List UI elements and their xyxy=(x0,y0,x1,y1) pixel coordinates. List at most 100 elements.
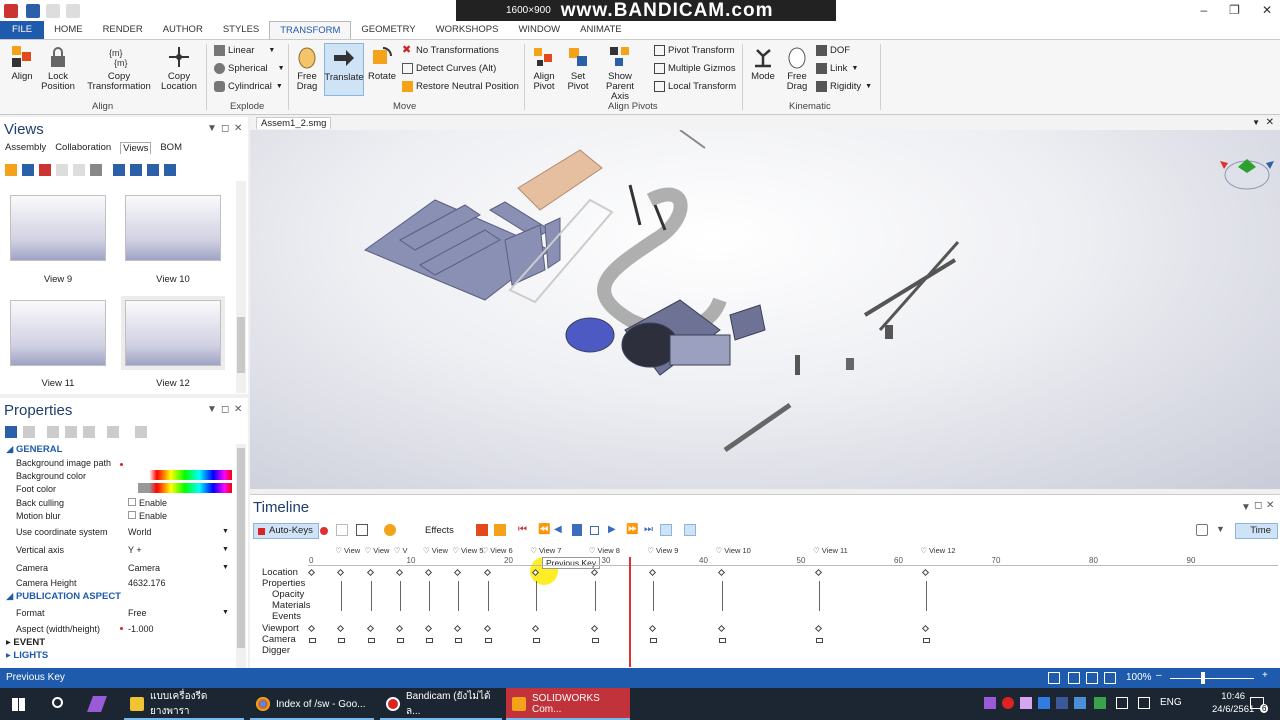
time-ruler[interactable]: 0 10 20 30 40 50 60 70 80 90 xyxy=(308,556,1278,566)
fit-timeline-icon[interactable] xyxy=(1196,524,1208,536)
view-marker[interactable]: ♡ View 5 xyxy=(452,546,483,555)
view-marker[interactable]: ♡ View 9 xyxy=(647,546,678,555)
track-label[interactable]: Properties xyxy=(262,578,305,589)
property-keyframe-bar[interactable] xyxy=(458,581,460,611)
maximize-icon[interactable]: ❐ xyxy=(1229,3,1240,17)
property-row[interactable]: Motion blur Enable xyxy=(0,509,236,522)
camera-keyframe[interactable] xyxy=(396,638,404,643)
property-keyframe-bar[interactable] xyxy=(429,581,430,611)
tab-styles[interactable]: STYLES xyxy=(213,21,269,39)
tab-window[interactable]: WINDOW xyxy=(508,21,570,39)
properties-scrollbar[interactable] xyxy=(236,444,246,668)
location-keyframe[interactable] xyxy=(649,568,657,577)
3d-viewport[interactable] xyxy=(250,130,1280,489)
camera-keyframe[interactable] xyxy=(484,638,492,643)
taskbar-item-bandicam[interactable]: Bandicam (ยังไม่ได้ล... xyxy=(380,688,502,720)
section-publication-aspect[interactable]: ◢ PUBLICATION ASPECT xyxy=(6,591,121,602)
viewport-keyframe[interactable] xyxy=(649,624,657,633)
select-mode-icon[interactable] xyxy=(1068,672,1080,684)
view-thumbnail[interactable] xyxy=(121,296,225,370)
scrollbar-thumb[interactable] xyxy=(237,448,245,648)
move-view-up-icon[interactable] xyxy=(113,164,125,176)
viewport-keyframe[interactable] xyxy=(532,624,540,633)
location-keyframe[interactable] xyxy=(814,568,823,577)
previous-key-icon[interactable]: ⏪ xyxy=(538,524,550,536)
tab-geometry[interactable]: GEOMETRY xyxy=(351,21,425,39)
tray-mail-icon[interactable] xyxy=(1038,697,1050,709)
pin-icon[interactable]: ◻ xyxy=(1254,500,1262,511)
kinematic-free-drag-button[interactable]: Free Drag xyxy=(782,44,812,92)
zoom-slider-thumb[interactable] xyxy=(1201,672,1205,684)
property-keyframe-bar[interactable] xyxy=(536,581,538,611)
pivot-transform-button[interactable]: Pivot Transform xyxy=(654,45,735,56)
tab-file[interactable]: FILE xyxy=(0,21,45,39)
move-view-down-icon[interactable] xyxy=(130,164,142,176)
property-keyframe-bar[interactable] xyxy=(721,581,723,611)
property-value[interactable]: -1.000 xyxy=(128,624,154,634)
close-icon[interactable]: ✕ xyxy=(1266,117,1274,128)
copy-location-button[interactable]: Copy Location xyxy=(156,44,202,92)
tray-app-icon[interactable] xyxy=(984,697,996,709)
go-to-start-icon[interactable]: ⏮ xyxy=(518,524,530,536)
property-value[interactable]: Y + xyxy=(128,545,142,555)
spherical-explode-button[interactable]: Spherical ▼ xyxy=(214,63,285,74)
foot-color-swatch[interactable] xyxy=(138,483,232,493)
view-thumbnail[interactable] xyxy=(125,195,221,261)
back-culling-checkbox[interactable]: Enable xyxy=(128,497,167,508)
key-filter-icon[interactable] xyxy=(336,524,348,536)
tray-record-icon[interactable] xyxy=(1002,697,1014,709)
location-keyframe[interactable] xyxy=(395,568,403,577)
section-event[interactable]: ▸ EVENT xyxy=(6,637,45,648)
go-to-end-icon[interactable]: ⏭ xyxy=(644,524,656,536)
property-keyframe-bar[interactable] xyxy=(399,581,401,611)
alphabetical-icon[interactable] xyxy=(23,426,35,438)
close-icon[interactable]: ✕ xyxy=(1266,500,1274,511)
camera-keyframe[interactable] xyxy=(309,638,316,643)
property-row[interactable]: Camera Camera ▼ xyxy=(0,561,236,574)
tab-home[interactable]: HOME xyxy=(44,21,93,39)
tab-author[interactable]: AUTHOR xyxy=(153,21,213,39)
subtab-collaboration[interactable]: Collaboration xyxy=(55,142,111,154)
minimize-icon[interactable]: – xyxy=(1200,3,1207,17)
expand-icon[interactable] xyxy=(47,426,59,438)
search-icon[interactable] xyxy=(52,697,63,708)
viewport-keyframe[interactable] xyxy=(337,624,345,633)
subtab-assembly[interactable]: Assembly xyxy=(5,142,46,154)
rotate-button[interactable]: Rotate xyxy=(366,44,398,82)
camera-keyframe[interactable] xyxy=(923,638,931,643)
tray-app-icon[interactable] xyxy=(1020,697,1032,709)
view-option-icon[interactable] xyxy=(56,164,68,176)
chevron-down-icon[interactable]: ▼ xyxy=(222,564,229,571)
camera-keyframe[interactable] xyxy=(718,638,726,643)
location-keyframe[interactable] xyxy=(307,568,316,577)
property-row[interactable]: Background color xyxy=(0,469,236,482)
view-marker[interactable]: ♡ View xyxy=(423,546,448,555)
taskbar-item-solidworks[interactable]: SOLIDWORKS Com... xyxy=(506,688,630,720)
viewport-keyframe[interactable] xyxy=(814,624,823,633)
reset-icon[interactable] xyxy=(83,426,95,438)
auto-keys-button[interactable]: Auto-Keys xyxy=(253,523,319,539)
delete-view-icon[interactable] xyxy=(39,164,51,176)
location-keyframe[interactable] xyxy=(366,568,374,577)
location-keyframe[interactable] xyxy=(590,568,598,577)
categorized-icon[interactable] xyxy=(5,426,17,438)
time-mode-button[interactable]: Time xyxy=(1235,523,1278,539)
viewport-keyframe[interactable] xyxy=(424,624,433,633)
chevron-down-icon[interactable]: ▼ xyxy=(222,609,229,616)
system-clock[interactable]: 10:46 24/6/2561 xyxy=(1212,690,1254,716)
align-pivot-button[interactable]: Align Pivot xyxy=(528,44,560,92)
viewport-keyframe[interactable] xyxy=(366,624,374,633)
redo-icon[interactable] xyxy=(66,3,80,18)
property-row[interactable]: Vertical axis Y + ▼ xyxy=(0,543,236,556)
panel-menu-icon[interactable]: ▼ xyxy=(207,123,217,134)
property-keyframe-bar[interactable] xyxy=(341,581,343,611)
location-keyframe[interactable] xyxy=(424,568,433,577)
tray-network-icon[interactable] xyxy=(1074,697,1086,709)
fit-all-icon[interactable] xyxy=(1104,672,1116,684)
motion-blur-checkbox[interactable]: Enable xyxy=(128,510,167,521)
track-label[interactable]: Digger xyxy=(262,645,290,656)
filter-keys-icon[interactable] xyxy=(494,524,506,536)
pin-icon[interactable]: ◻ xyxy=(221,404,229,415)
view-marker[interactable]: ♡ V xyxy=(394,546,408,555)
camera-sync-icon[interactable] xyxy=(684,524,696,536)
